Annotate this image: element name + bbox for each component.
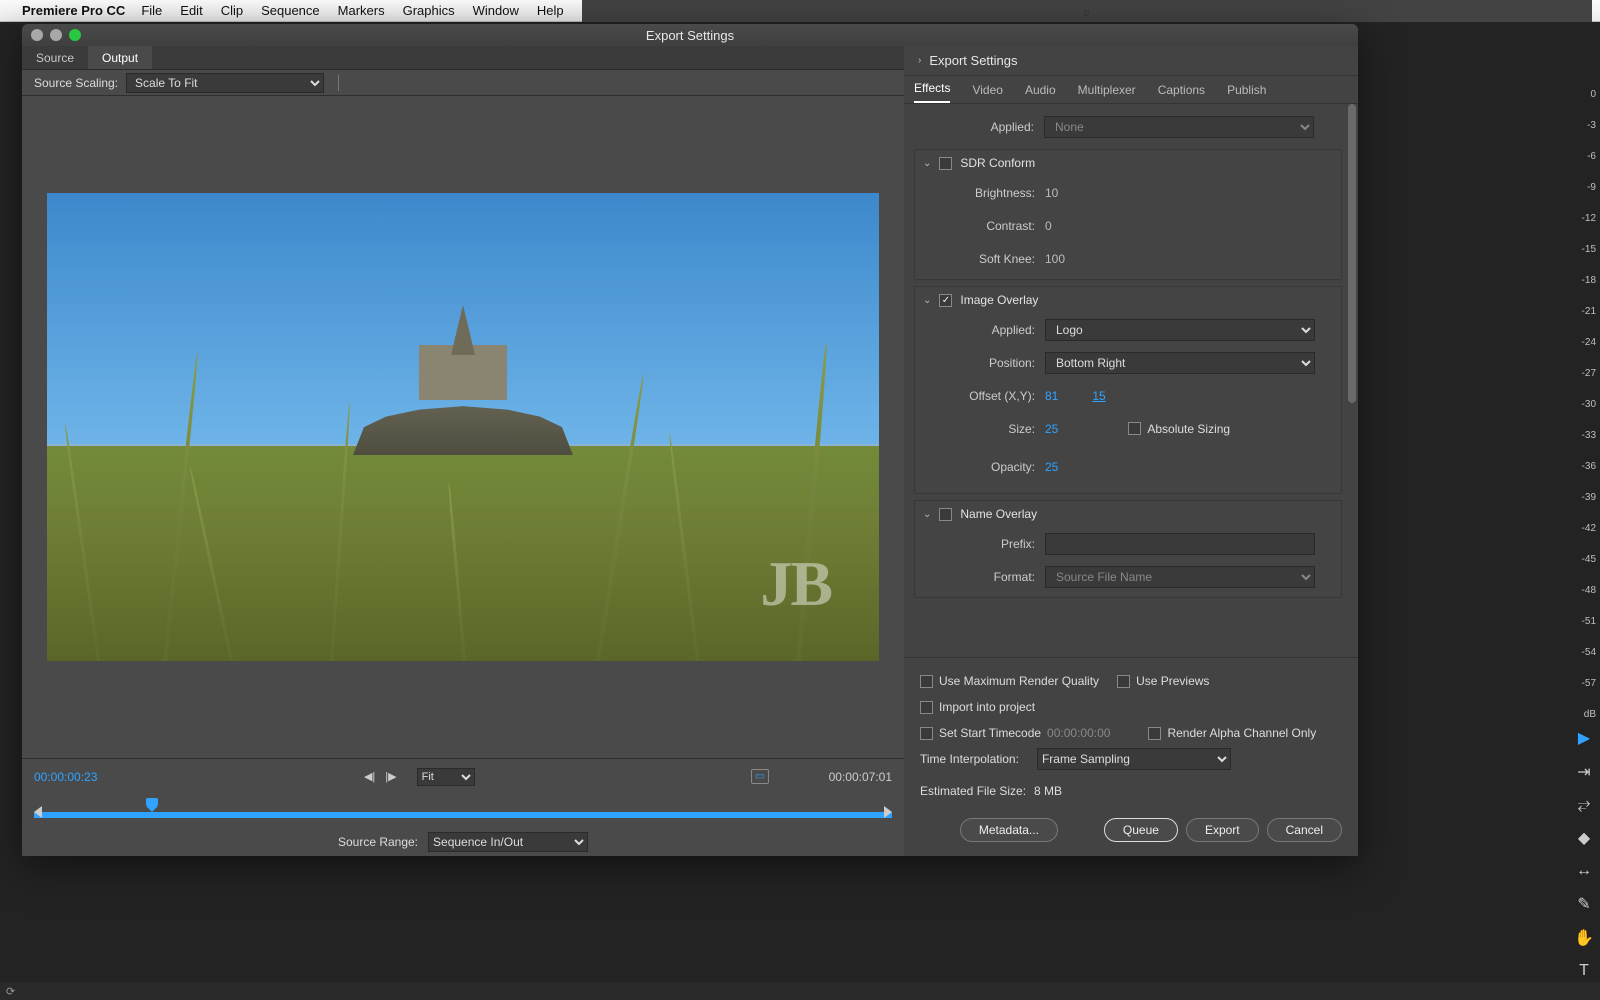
ripple-tool-icon[interactable]: ⇥ bbox=[1577, 762, 1590, 782]
queue-button[interactable]: Queue bbox=[1104, 818, 1178, 842]
chevron-down-icon[interactable]: ⌄ bbox=[923, 158, 931, 169]
preview-panel: Source Output Source Scaling: Scale To F… bbox=[22, 46, 904, 856]
playhead-icon[interactable] bbox=[146, 798, 158, 812]
render-options: Use Maximum Render Quality Use Previews … bbox=[904, 657, 1358, 810]
in-point-icon[interactable] bbox=[34, 806, 42, 818]
current-timecode[interactable]: 00:00:00:23 bbox=[34, 770, 97, 784]
sdr-conform-group: ⌄ SDR Conform Brightness:10 Contrast:0 S… bbox=[914, 149, 1342, 280]
slip-tool-icon[interactable]: ↔ bbox=[1576, 862, 1592, 880]
video-preview: JB bbox=[47, 193, 879, 661]
rate-tool-icon[interactable]: ⥂ bbox=[1578, 796, 1591, 814]
time-interpolation-select[interactable]: Frame Sampling bbox=[1037, 748, 1231, 770]
out-point-icon[interactable] bbox=[884, 806, 892, 818]
tab-captions[interactable]: Captions bbox=[1158, 83, 1205, 103]
source-range-label: Source Range: bbox=[338, 835, 418, 849]
set-start-timecode-checkbox[interactable] bbox=[920, 727, 933, 740]
settings-panel: › Export Settings Effects Video Audio Mu… bbox=[904, 46, 1358, 856]
overlay-position-select[interactable]: Bottom Right bbox=[1045, 352, 1315, 374]
app-name[interactable]: Premiere Pro CC bbox=[22, 3, 125, 18]
menu-markers[interactable]: Markers bbox=[338, 3, 385, 18]
max-render-quality-checkbox[interactable] bbox=[920, 675, 933, 688]
dialog-titlebar: Export Settings bbox=[22, 24, 1358, 46]
tab-publish[interactable]: Publish bbox=[1227, 83, 1266, 103]
sdr-softknee-value[interactable]: 100 bbox=[1045, 252, 1065, 266]
menu-help[interactable]: Help bbox=[537, 3, 564, 18]
render-alpha-only-checkbox[interactable] bbox=[1148, 727, 1161, 740]
image-overlay-group: ⌄ Image Overlay Applied:Logo Position:Bo… bbox=[914, 286, 1342, 494]
menu-window[interactable]: Window bbox=[473, 3, 519, 18]
tab-multiplexer[interactable]: Multiplexer bbox=[1078, 83, 1136, 103]
timeline-scrubber[interactable] bbox=[22, 794, 904, 828]
name-overlay-prefix-input[interactable] bbox=[1045, 533, 1315, 555]
absolute-sizing-checkbox[interactable] bbox=[1128, 422, 1141, 435]
chevron-down-icon[interactable]: ⌄ bbox=[923, 295, 931, 306]
menubar-search-icon[interactable]: ⌕ bbox=[1083, 4, 1091, 21]
export-button[interactable]: Export bbox=[1186, 818, 1259, 842]
selection-tool-icon[interactable]: ▶ bbox=[1578, 728, 1590, 748]
total-duration: 00:00:07:01 bbox=[829, 770, 892, 784]
overlay-opacity-value[interactable]: 25 bbox=[1045, 460, 1058, 474]
macos-menubar: Premiere Pro CC File Edit Clip Sequence … bbox=[0, 0, 1600, 22]
source-scaling-label: Source Scaling: bbox=[34, 76, 118, 90]
estimated-file-size: 8 MB bbox=[1034, 784, 1062, 798]
chevron-right-icon: › bbox=[918, 55, 921, 66]
sdr-brightness-value[interactable]: 10 bbox=[1045, 186, 1058, 200]
lumetri-applied-select[interactable]: None bbox=[1044, 116, 1314, 138]
step-back-icon[interactable]: ◀| bbox=[364, 770, 375, 783]
export-settings-section[interactable]: › Export Settings bbox=[904, 46, 1358, 76]
overlay-size-value[interactable]: 25 bbox=[1045, 422, 1058, 436]
overlay-applied-select[interactable]: Logo bbox=[1045, 319, 1315, 341]
name-overlay-group: ⌄ Name Overlay Prefix: Format:Source Fil… bbox=[914, 500, 1342, 598]
zoom-window-icon[interactable] bbox=[69, 29, 81, 41]
import-into-project-checkbox[interactable] bbox=[920, 701, 933, 714]
tab-source[interactable]: Source bbox=[22, 46, 88, 69]
menu-file[interactable]: File bbox=[141, 3, 162, 18]
tab-effects[interactable]: Effects bbox=[914, 81, 950, 103]
menu-edit[interactable]: Edit bbox=[180, 3, 202, 18]
start-timecode-value[interactable]: 00:00:00:00 bbox=[1047, 726, 1110, 740]
settings-scrollbar[interactable] bbox=[1348, 104, 1356, 657]
tool-strip: ▶ ⇥ ⥂ ◆ ↔ ✎ ✋ T bbox=[1568, 720, 1600, 1000]
menu-sequence[interactable]: Sequence bbox=[261, 3, 320, 18]
sync-icon[interactable]: ⟳ bbox=[6, 985, 15, 998]
source-scaling-select[interactable]: Scale To Fit bbox=[126, 73, 324, 93]
hand-tool-icon[interactable]: ✋ bbox=[1574, 928, 1594, 948]
source-range-select[interactable]: Sequence In/Out bbox=[428, 832, 588, 852]
image-overlay-checkbox[interactable] bbox=[939, 294, 952, 307]
tab-output[interactable]: Output bbox=[88, 46, 152, 69]
minimize-window-icon[interactable] bbox=[50, 29, 62, 41]
step-forward-icon[interactable]: |▶ bbox=[385, 770, 396, 783]
export-settings-dialog: Export Settings Source Output Source Sca… bbox=[22, 24, 1358, 856]
name-overlay-checkbox[interactable] bbox=[939, 508, 952, 521]
lumetri-applied-label: Applied: bbox=[914, 120, 1044, 134]
use-previews-checkbox[interactable] bbox=[1117, 675, 1130, 688]
cancel-button[interactable]: Cancel bbox=[1267, 818, 1342, 842]
pen-tool-icon[interactable]: ✎ bbox=[1577, 894, 1590, 914]
menu-clip[interactable]: Clip bbox=[221, 3, 243, 18]
overlay-offset-x[interactable]: 81 bbox=[1045, 389, 1058, 403]
name-overlay-format-select[interactable]: Source File Name bbox=[1045, 566, 1315, 588]
overlay-offset-y[interactable]: 15 bbox=[1092, 389, 1105, 403]
tab-audio[interactable]: Audio bbox=[1025, 83, 1056, 103]
metadata-button[interactable]: Metadata... bbox=[960, 818, 1058, 842]
type-tool-icon[interactable]: T bbox=[1579, 962, 1589, 980]
status-bar: ⟳ bbox=[0, 982, 1600, 1000]
razor-tool-icon[interactable]: ◆ bbox=[1578, 828, 1590, 848]
aspect-ratio-icon[interactable]: ▭ bbox=[751, 769, 768, 784]
chevron-down-icon[interactable]: ⌄ bbox=[923, 509, 931, 520]
tab-video[interactable]: Video bbox=[972, 83, 1002, 103]
close-window-icon[interactable] bbox=[31, 29, 43, 41]
dialog-title: Export Settings bbox=[22, 28, 1358, 43]
sdr-contrast-value[interactable]: 0 bbox=[1045, 219, 1052, 233]
overlay-watermark: JB bbox=[760, 547, 831, 621]
menu-graphics[interactable]: Graphics bbox=[403, 3, 455, 18]
zoom-fit-select[interactable]: Fit bbox=[417, 768, 475, 786]
sdr-conform-checkbox[interactable] bbox=[939, 157, 952, 170]
